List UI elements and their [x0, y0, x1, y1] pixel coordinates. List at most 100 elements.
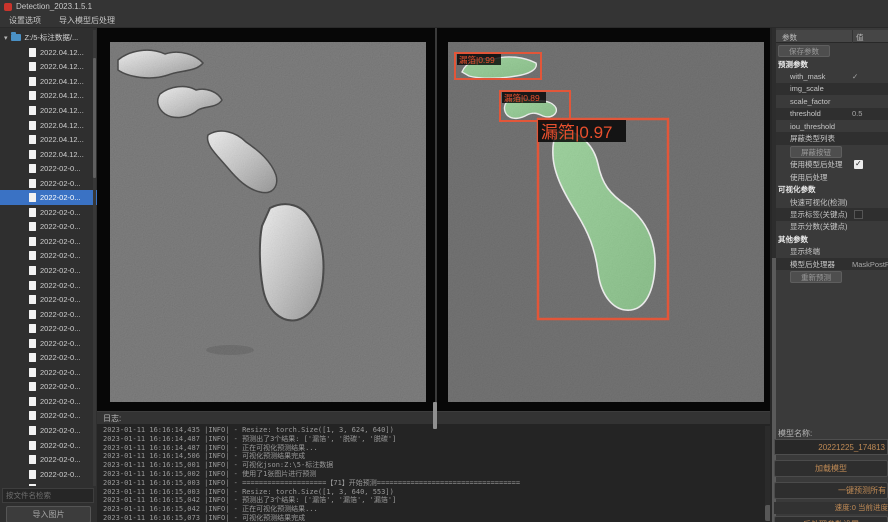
tree-item-file[interactable]: 2022-02-0... — [0, 278, 97, 293]
tree-item-file[interactable]: 2022.04.12... — [0, 132, 97, 147]
tree-item-file[interactable]: 2022-02-0... — [0, 205, 97, 220]
model-name-field[interactable]: 20221225_174813 — [774, 439, 888, 455]
postprocess-settings-button[interactable]: 后处理参数设置 — [774, 516, 888, 522]
viewer-splitter[interactable] — [435, 28, 437, 411]
detection-label-2: 漏箔|0.89 — [504, 93, 540, 103]
load-model-button[interactable]: 加载模型 — [774, 460, 888, 477]
file-icon — [29, 150, 36, 159]
tree-item-file[interactable]: 2022.04.12... — [0, 60, 97, 75]
parameter-row[interactable]: 预测参数 — [776, 58, 888, 70]
parameter-row[interactable]: 显示分数(关键点) — [776, 221, 888, 233]
tree-item-file[interactable]: 2022-02-0... — [0, 176, 97, 191]
tree-item-file[interactable]: 2022-02-0... — [0, 220, 97, 235]
tree-item-file[interactable]: 2022-02-0... — [0, 394, 97, 409]
log-output[interactable]: 2023-01-11 16:16:14,435 |INFO| - Resize:… — [97, 424, 772, 522]
tree-item-file[interactable]: 2022-02-0... — [0, 409, 97, 424]
tree-item-file[interactable]: 2022-02-0... — [0, 307, 97, 322]
tree-expand-arrow-icon[interactable]: ▾ — [4, 34, 8, 42]
file-icon — [29, 48, 36, 57]
parameter-row[interactable]: 显示标签(关键点) — [776, 208, 888, 220]
file-icon — [29, 441, 36, 450]
tree-item-file[interactable]: 2022-02-0... — [0, 263, 97, 278]
log-line: 2023-01-11 16:16:15,003 |INFO| - =======… — [103, 479, 772, 488]
tree-item-file[interactable]: 2022-02-0... — [0, 350, 97, 365]
parameter-row[interactable]: 保存参数 — [776, 44, 888, 58]
log-line: 2023-01-11 16:16:14,506 |INFO| - 可视化预测结果… — [103, 452, 772, 461]
tree-item-label: 2022-02-0... — [40, 164, 80, 173]
tree-root-folder[interactable]: ▾ Z:/5-标注数据/... — [0, 30, 97, 45]
parameter-label: img_scale — [790, 84, 824, 93]
parameter-row[interactable]: 快速可视化(检测) — [776, 196, 888, 208]
parameter-row[interactable]: img_scale — [776, 83, 888, 95]
tree-item-file[interactable]: 2022-02-0... — [0, 438, 97, 453]
tree-item-file[interactable]: 2022-02-0... — [0, 452, 97, 467]
parameter-row-button[interactable]: 重新预测 — [790, 271, 842, 283]
tree-item-file[interactable]: 2022-02-0... — [0, 336, 97, 351]
parameter-row[interactable]: 其他参数 — [776, 233, 888, 245]
tree-item-label: 2022-02-0... — [40, 295, 80, 304]
tree-item-label: 2022-02-0... — [40, 382, 80, 391]
sidebar-scrollbar-thumb[interactable] — [93, 58, 96, 178]
parameter-row-button[interactable]: 保存参数 — [778, 45, 830, 57]
tree-item-file[interactable]: 2022.04.12... — [0, 74, 97, 89]
import-images-button[interactable]: 导入图片 — [6, 506, 91, 522]
tree-item-file[interactable]: 2022-02-0... — [0, 249, 97, 264]
tree-item-file[interactable]: 2022.04.12... — [0, 147, 97, 162]
tree-item-file[interactable]: 2022-02-0... — [0, 380, 97, 395]
parameter-value[interactable]: MaskPostPro — [852, 260, 888, 269]
tree-item-file[interactable]: 2022-02-0... — [0, 423, 97, 438]
parameter-row[interactable]: 重新预测 — [776, 270, 888, 284]
parameter-row[interactable]: with_mask ✓ — [776, 70, 888, 82]
menu-import-postprocess[interactable]: 导入模型后处理 — [50, 15, 124, 26]
prediction-image-panel[interactable]: 漏箔|0.99 漏箔|0.89 漏箔|0.97 — [448, 42, 764, 402]
tree-item-file[interactable]: 2022.04.12... — [0, 89, 97, 104]
tree-item-file[interactable]: 2022-02-0... — [0, 321, 97, 336]
parameter-row[interactable]: threshold 0.5 — [776, 108, 888, 120]
tree-item-label: 2022-02-0... — [40, 281, 80, 290]
parameter-row[interactable]: 显示终端 — [776, 245, 888, 257]
tree-item-file[interactable]: 2022-02-0... — [0, 190, 97, 205]
tree-item-file[interactable]: 2022-02-0... — [0, 234, 97, 249]
checkbox[interactable] — [854, 210, 863, 219]
file-tree-children: 2022.04.12... 2022.04.12... 2022.04.12..… — [0, 45, 97, 486]
log-title: 日志: — [103, 413, 121, 424]
parameter-row[interactable]: 使用模型后处理 — [776, 159, 888, 171]
predict-all-button[interactable]: 一键预测所有 — [774, 482, 888, 499]
parameter-row[interactable]: 屏蔽类型列表 — [776, 132, 888, 144]
tree-item-file[interactable]: 2022-02-0... — [0, 161, 97, 176]
parameter-row[interactable]: 使用后处理 — [776, 171, 888, 183]
tree-item-label: 2022.04.12... — [40, 62, 84, 71]
parameter-label: 快速可视化(检测) — [790, 197, 848, 208]
tree-item-file[interactable]: 2022-02-0 — [0, 481, 97, 486]
parameter-row[interactable]: 模型后处理器 MaskPostPro — [776, 258, 888, 270]
search-input[interactable] — [2, 488, 94, 503]
tree-item-label: 2022-02-0... — [40, 251, 80, 260]
checkbox[interactable] — [854, 160, 863, 169]
tree-root-label: Z:/5-标注数据/... — [25, 32, 79, 43]
parameter-value[interactable]: ✓ — [852, 72, 858, 81]
parameter-row[interactable]: iou_threshold — [776, 120, 888, 132]
tree-item-file[interactable]: 2022.04.12... — [0, 118, 97, 133]
file-icon — [29, 281, 36, 290]
tree-item-file[interactable]: 2022-02-0... — [0, 467, 97, 482]
parameter-row[interactable]: scale_factor — [776, 95, 888, 107]
log-line: 2023-01-11 16:16:14,435 |INFO| - Resize:… — [103, 426, 772, 435]
parameter-row[interactable]: 屏蔽按钮 — [776, 145, 888, 159]
sidebar-scrollbar[interactable] — [93, 30, 96, 486]
file-icon — [29, 310, 36, 319]
original-image-panel[interactable] — [110, 42, 426, 402]
progress-status: 速度:0 当前进度 — [774, 502, 888, 514]
parameter-value[interactable]: 0.5 — [852, 109, 862, 118]
parameter-row-button[interactable]: 屏蔽按钮 — [790, 146, 842, 158]
splitter-handle[interactable] — [433, 402, 437, 429]
log-line: 2023-01-11 16:16:15,001 |INFO| - 可视化json… — [103, 461, 772, 470]
tree-item-file[interactable]: 2022.04.12... — [0, 103, 97, 118]
tree-item-file[interactable]: 2022.04.12... — [0, 45, 97, 60]
tree-item-file[interactable]: 2022-02-0... — [0, 365, 97, 380]
column-separator — [852, 30, 853, 43]
tree-item-label: 2022.04.12... — [40, 121, 84, 130]
tree-item-file[interactable]: 2022-02-0... — [0, 292, 97, 307]
detection-label-1: 漏箔|0.99 — [459, 55, 495, 65]
parameter-row[interactable]: 可视化参数 — [776, 184, 888, 196]
menu-settings[interactable]: 设置选项 — [0, 15, 50, 26]
